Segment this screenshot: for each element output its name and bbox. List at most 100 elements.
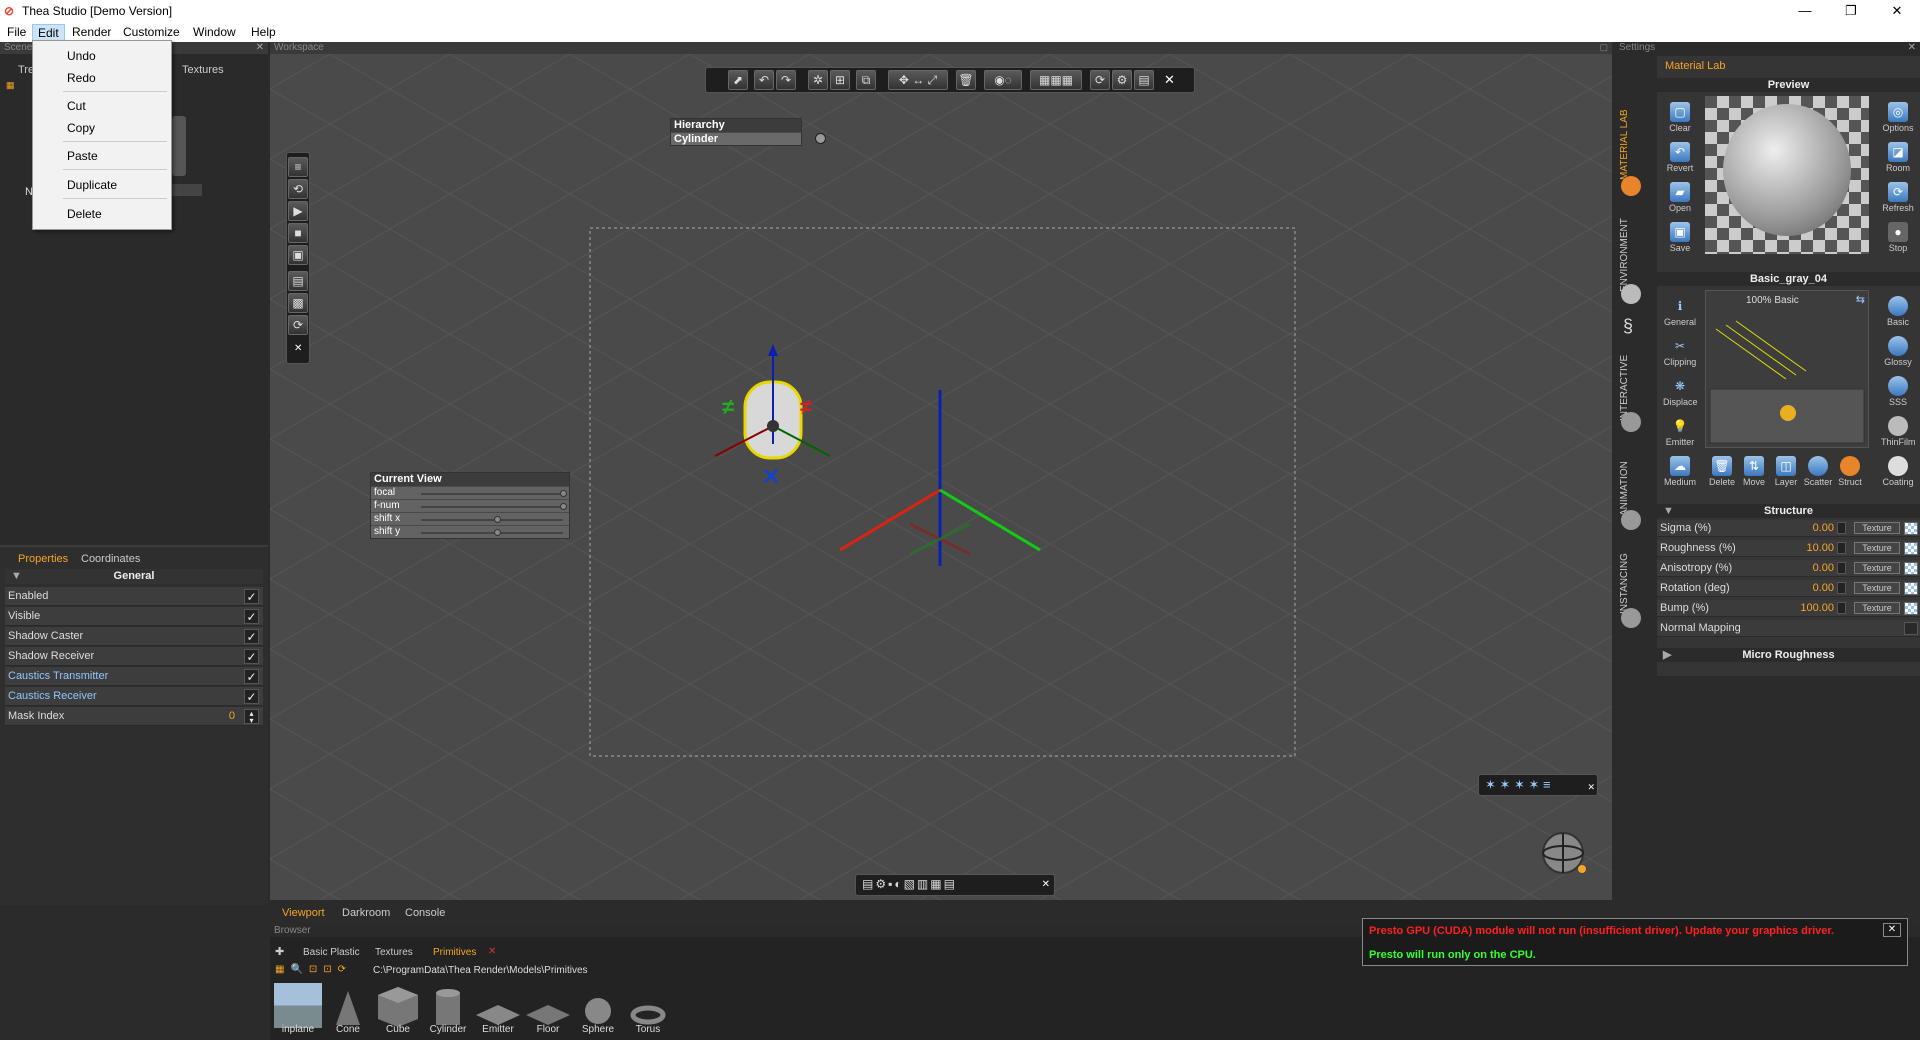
options-button[interactable]: ◎ Options xyxy=(1881,102,1915,133)
checkbox-checked-icon[interactable]: ✓ xyxy=(244,669,259,684)
collapse-arrow-icon[interactable]: ▼ xyxy=(11,569,22,584)
checker-icon[interactable]: ▩ xyxy=(288,293,308,313)
add-tab-icon[interactable]: ✚ xyxy=(275,945,284,958)
browser-path[interactable]: C:\ProgramData\Thea Render\Models\Primit… xyxy=(373,965,588,976)
maximize-panel-icon[interactable]: ▢ xyxy=(1599,42,1608,53)
thumb-cone[interactable] xyxy=(324,983,372,1028)
tab-coordinates[interactable]: Coordinates xyxy=(81,553,140,565)
hierarchy-item-cylinder[interactable]: Cylinder xyxy=(671,132,801,145)
struct-value[interactable]: 0.00 xyxy=(1813,520,1834,536)
select-tool-icon[interactable]: ⬈ xyxy=(728,70,748,90)
checkbox-checked-icon[interactable]: ✓ xyxy=(244,629,259,644)
tab-console[interactable]: Console xyxy=(405,907,445,919)
struct-value[interactable]: 100.00 xyxy=(1800,600,1834,616)
tab-textures[interactable]: Textures xyxy=(182,64,224,76)
thumb-floor[interactable] xyxy=(524,983,572,1028)
stop-button[interactable]: ● Stop xyxy=(1881,222,1915,253)
axes-toolbar-close-icon[interactable]: ✕ xyxy=(1587,782,1595,793)
hierarchy-expand-icon[interactable] xyxy=(815,133,826,144)
menu-help[interactable]: Help xyxy=(246,24,281,40)
menu-customize[interactable]: Customize xyxy=(118,24,185,40)
grip-icon[interactable]: ≡ xyxy=(288,157,308,177)
checker-texture-icon[interactable] xyxy=(1904,522,1918,535)
coating-button[interactable]: Coating xyxy=(1881,456,1915,487)
interactive-icon[interactable] xyxy=(1621,412,1641,432)
panel-close-icon[interactable]: ✕ xyxy=(1908,42,1916,53)
sss-button[interactable]: SSS xyxy=(1881,376,1915,407)
browser-tab-primitives[interactable]: Primitives xyxy=(433,947,476,958)
thumb-emitter[interactable] xyxy=(474,983,522,1028)
tab-darkroom[interactable]: Darkroom xyxy=(342,907,390,919)
checker-texture-icon[interactable] xyxy=(1904,542,1918,555)
checkbox-checked-icon[interactable]: ✓ xyxy=(244,609,259,624)
checkbox-checked-icon[interactable]: ✓ xyxy=(244,589,259,604)
thumb-cube[interactable] xyxy=(374,983,422,1028)
settings-gear-icon[interactable]: ⚙ xyxy=(1112,70,1132,90)
struct-value[interactable]: 0.00 xyxy=(1813,580,1834,596)
slider-shift-y[interactable]: shift y xyxy=(371,525,569,538)
menu-item-copy[interactable]: Copy xyxy=(67,121,95,135)
render-region-icon[interactable]: ▤ xyxy=(288,271,308,291)
material-name[interactable]: Basic_gray_04 xyxy=(1657,272,1920,286)
layer-label[interactable]: 100% Basic xyxy=(1746,295,1799,306)
general-button[interactable]: ℹ General xyxy=(1663,296,1697,327)
copy-object-icon[interactable]: ⧉ xyxy=(856,70,876,90)
layer-options-icon[interactable]: ⇆ xyxy=(1856,293,1865,306)
tab-properties[interactable]: Properties xyxy=(18,553,68,565)
medium-button[interactable]: ☁ Medium xyxy=(1663,456,1697,487)
frame-icon[interactable]: ▣ xyxy=(288,245,308,265)
checkbox-checked-icon[interactable]: ✓ xyxy=(244,689,259,704)
structure-header[interactable]: ▼ Structure xyxy=(1657,504,1920,518)
axis-x-icon[interactable]: ✶ ✶ ✶ ✶ ≡ xyxy=(1485,777,1551,793)
menu-item-cut[interactable]: Cut xyxy=(67,99,86,113)
glossy-button[interactable]: Glossy xyxy=(1881,336,1915,367)
close-button[interactable]: ✕ xyxy=(1874,0,1920,22)
minimize-button[interactable]: — xyxy=(1782,0,1828,22)
slider-knob[interactable] xyxy=(560,503,567,510)
slider-fnum[interactable]: f-num xyxy=(371,499,569,512)
emitter-button[interactable]: 💡 Emitter xyxy=(1663,416,1697,447)
scatter-button[interactable]: Scatter xyxy=(1801,456,1835,487)
snap-icon[interactable]: ✲ xyxy=(808,70,828,90)
menu-render[interactable]: Render xyxy=(67,24,116,40)
material-lab-icon[interactable] xyxy=(1621,176,1641,196)
slider-track[interactable] xyxy=(421,506,563,508)
slider-knob[interactable] xyxy=(494,529,501,536)
struct-value[interactable]: 0.00 xyxy=(1813,560,1834,576)
transform-tools-icon[interactable]: ✥ ↔ ⤢ xyxy=(888,70,948,90)
texture-button[interactable]: Texture xyxy=(1854,582,1900,594)
micro-roughness-header[interactable]: ▶ Micro Roughness xyxy=(1657,648,1920,662)
orbit-icon[interactable]: ⟲ xyxy=(288,179,308,199)
spinner-icon[interactable]: ▴ ▾ xyxy=(244,709,259,725)
struct-value[interactable]: 10.00 xyxy=(1806,540,1834,556)
spinner-icon[interactable] xyxy=(1837,582,1846,594)
spinner-icon[interactable] xyxy=(1837,602,1846,614)
slider-track[interactable] xyxy=(421,493,563,495)
menu-file[interactable]: File xyxy=(2,24,31,40)
refresh-icon[interactable]: ⟳ xyxy=(288,315,308,335)
layer-button[interactable]: ◫ Layer xyxy=(1769,456,1803,487)
delete-layer-button[interactable]: 🗑 Delete xyxy=(1705,456,1739,487)
slider-knob[interactable] xyxy=(560,490,567,497)
toolbar-close-icon[interactable]: ✕ xyxy=(1164,72,1175,88)
spinner-icon[interactable] xyxy=(1837,522,1846,534)
scene-toolbar-icon[interactable]: ▦ xyxy=(6,80,15,91)
expand-arrow-icon[interactable]: ▶ xyxy=(1663,648,1671,662)
vertical-toolbar-close-icon[interactable]: ✕ xyxy=(294,343,302,354)
close-tab-icon[interactable]: ✕ xyxy=(488,946,496,957)
spinner-icon[interactable] xyxy=(1837,542,1846,554)
slider-track[interactable] xyxy=(421,519,563,521)
refresh-button[interactable]: ⟳ Refresh xyxy=(1881,182,1915,213)
checker-texture-icon[interactable] xyxy=(1904,582,1918,595)
texture-button[interactable]: Texture xyxy=(1854,542,1900,554)
browser-toolbar-icons[interactable]: ▦🔍⊡⊡⟳ xyxy=(275,964,352,975)
play-icon[interactable]: ▶ xyxy=(288,201,308,221)
display-mode-icons[interactable]: ▤⚙▪◐▧▥▦▤ xyxy=(862,877,957,891)
normal-mapping-checkbox[interactable] xyxy=(1904,622,1918,635)
mask-index-value[interactable]: 0 xyxy=(229,707,235,726)
checker-texture-icon[interactable] xyxy=(1904,562,1918,575)
slider-focal[interactable]: focal xyxy=(371,486,569,499)
basic-button[interactable]: Basic xyxy=(1881,296,1915,327)
thumb-sphere[interactable] xyxy=(574,983,622,1028)
save-button[interactable]: ▣ Save xyxy=(1663,222,1697,253)
